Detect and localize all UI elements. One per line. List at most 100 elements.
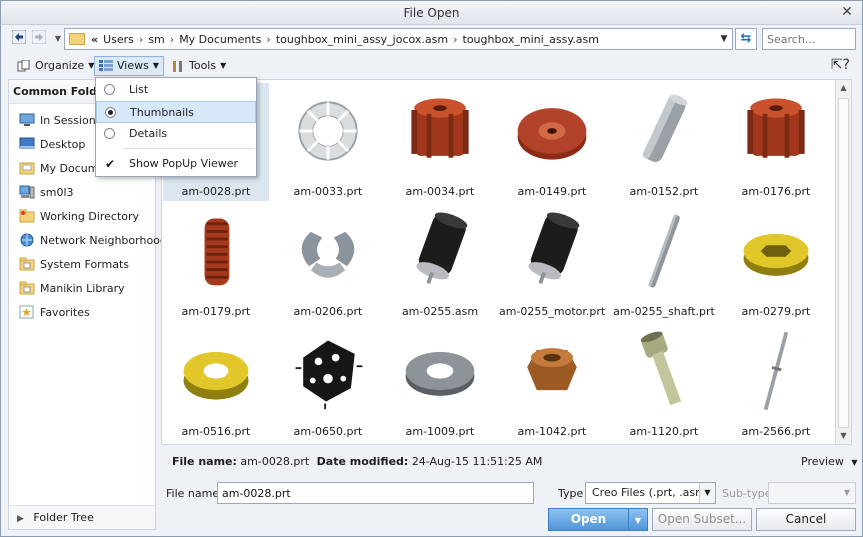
file-name-input[interactable] (217, 482, 534, 504)
details-date-label: Date modified: (316, 455, 409, 468)
file-thumbnail-am-0034-prt[interactable]: am-0034.prt (387, 83, 493, 201)
file-thumbnail-am-0179-prt[interactable]: am-0179.prt (163, 203, 269, 321)
folder-tree-toggle[interactable]: ▶ Folder Tree (9, 505, 155, 529)
sidebar-item-working-directory[interactable]: Working Directory (19, 206, 139, 226)
tools-button[interactable]: Tools ▼ (167, 56, 230, 76)
file-type-value: Creo Files (.prt, .asm, (592, 486, 710, 499)
folder-icon (19, 281, 35, 295)
radio-icon (104, 84, 115, 95)
menu-separator (124, 148, 254, 149)
part-thumbnail-image (743, 233, 809, 276)
file-name-label: am-1042.prt (517, 425, 587, 438)
file-name-label: am-1009.prt (405, 425, 475, 438)
back-button[interactable] (10, 29, 28, 48)
sidebar-item-sm0l3[interactable]: sm0l3 (19, 182, 74, 202)
breadcrumb-separator[interactable]: › (266, 33, 270, 46)
address-overflow[interactable]: « (91, 33, 98, 46)
file-thumbnail-am-1120-prt[interactable]: am-1120.prt (611, 323, 717, 441)
radio-selected-icon (105, 107, 116, 118)
menu-item-list[interactable]: List (96, 79, 256, 101)
views-button[interactable]: Views ▼ (94, 56, 164, 76)
chevron-down-icon: ▼ (152, 61, 159, 70)
file-thumbnail-am-0516-prt[interactable]: am-0516.prt (163, 323, 269, 441)
breadcrumb-separator[interactable]: › (170, 33, 174, 46)
part-thumbnail-image (640, 331, 682, 406)
menu-item-thumbnails[interactable]: Thumbnails (96, 101, 256, 123)
file-thumbnail-am-0176-prt[interactable]: am-0176.prt (723, 83, 829, 201)
breadcrumb-users[interactable]: Users (103, 33, 134, 46)
sidebar-item-label: In Session (40, 113, 96, 127)
file-thumbnail-am-0149-prt[interactable]: am-0149.prt (499, 83, 605, 201)
file-thumbnail-am-0255-asm[interactable]: am-0255.asm (387, 203, 493, 321)
cancel-button[interactable]: Cancel (756, 508, 856, 531)
sidebar-item-network-neighborhood[interactable]: Network Neighborhood (19, 230, 167, 250)
file-thumbnail-am-0255_shaft-prt[interactable]: am-0255_shaft.prt (611, 203, 717, 321)
sidebar-item-label: Working Directory (40, 209, 140, 223)
sidebar-item-in-session[interactable]: In Session (19, 110, 96, 130)
search-input[interactable] (762, 28, 856, 50)
file-type-select[interactable]: Creo Files (.prt, .asm, ▼ (585, 482, 716, 504)
computer-icon (19, 185, 35, 199)
breadcrumb-my-documents[interactable]: My Documents (179, 33, 261, 46)
scroll-down-icon[interactable]: ▼ (836, 428, 851, 444)
breadcrumb-assy[interactable]: toughbox_mini_assy.asm (463, 33, 599, 46)
subtype-select: ▼ (768, 482, 856, 504)
sidebar-item-label: Favorites (40, 305, 90, 319)
sidebar-item-label: Desktop (40, 137, 86, 151)
window-title: File Open (403, 6, 460, 20)
part-thumbnail-image (301, 231, 355, 278)
type-label: Type (558, 487, 584, 500)
file-thumbnail-am-0033-prt[interactable]: am-0033.prt (275, 83, 381, 201)
part-thumbnail-image (295, 340, 363, 410)
sidebar-item-label: sm0l3 (40, 185, 74, 199)
open-subset-button[interactable]: Open Subset... (652, 508, 752, 531)
part-thumbnail-image (517, 108, 587, 160)
open-button[interactable]: Open (548, 508, 629, 531)
sidebar-item-favorites[interactable]: Favorites (19, 302, 90, 322)
part-thumbnail-image (642, 94, 688, 162)
preview-toggle[interactable]: Preview ▼ (801, 455, 857, 468)
checkmark-icon: ✔ (105, 157, 116, 171)
menu-item-show-popup-viewer[interactable]: ✔ Show PopUp Viewer (96, 153, 256, 175)
breadcrumb-separator[interactable]: › (139, 33, 143, 46)
chevron-down-icon: ▼ (220, 61, 227, 70)
scroll-up-icon[interactable]: ▲ (836, 80, 851, 96)
breadcrumb-separator[interactable]: › (453, 33, 457, 46)
chevron-down-icon: ▼ (843, 488, 851, 497)
open-options-dropdown[interactable]: ▼ (628, 508, 648, 531)
file-thumbnail-am-1009-prt[interactable]: am-1009.prt (387, 323, 493, 441)
vertical-scrollbar[interactable]: ▲ ▼ (836, 79, 852, 445)
forward-button[interactable] (30, 29, 48, 48)
close-icon[interactable]: ✕ (838, 5, 856, 21)
refresh-button[interactable]: ⇆ (735, 28, 757, 50)
details-date-value: 24-Aug-15 11:51:25 AM (411, 455, 543, 468)
part-thumbnail-image (648, 214, 680, 288)
organize-button[interactable]: Organize ▼ (13, 56, 98, 76)
file-thumbnail-am-1042-prt[interactable]: am-1042.prt (499, 323, 605, 441)
file-name-label: am-0034.prt (405, 185, 475, 198)
help-pointer-icon[interactable]: ⇱? (831, 57, 850, 73)
part-thumbnail-image (763, 331, 789, 411)
menu-item-details[interactable]: Details (96, 123, 256, 145)
file-thumbnail-am-0206-prt[interactable]: am-0206.prt (275, 203, 381, 321)
address-bar[interactable]: « Users › sm › My Documents › toughbox_m… (64, 28, 733, 50)
chevron-down-icon[interactable]: ▼ (716, 29, 732, 49)
sidebar-item-system-formats[interactable]: System Formats (19, 254, 129, 274)
file-name-label: am-0255.asm (401, 305, 479, 318)
breadcrumb-assy-jocox[interactable]: toughbox_mini_assy_jocox.asm (276, 33, 448, 46)
file-thumbnail-am-0279-prt[interactable]: am-0279.prt (723, 203, 829, 321)
file-details: File name: am-0028.prt Date modified: 24… (172, 455, 542, 468)
file-thumbnail-am-0152-prt[interactable]: am-0152.prt (611, 83, 717, 201)
desktop-icon (19, 137, 35, 149)
chevron-right-icon: ▶ (17, 514, 24, 524)
file-name-label: am-0255_motor.prt (499, 305, 606, 318)
part-thumbnail-image (405, 351, 475, 396)
file-thumbnail-am-0650-prt[interactable]: am-0650.prt (275, 323, 381, 441)
breadcrumb-sm[interactable]: sm (148, 33, 164, 46)
sidebar-item-manikin-library[interactable]: Manikin Library (19, 278, 125, 298)
documents-icon (19, 162, 35, 175)
file-thumbnail-am-0255_motor-prt[interactable]: am-0255_motor.prt (499, 203, 605, 321)
sidebar-item-desktop[interactable]: Desktop (19, 134, 85, 154)
file-thumbnail-am-2566-prt[interactable]: am-2566.prt (723, 323, 829, 441)
scrollbar-thumb[interactable] (838, 98, 849, 428)
